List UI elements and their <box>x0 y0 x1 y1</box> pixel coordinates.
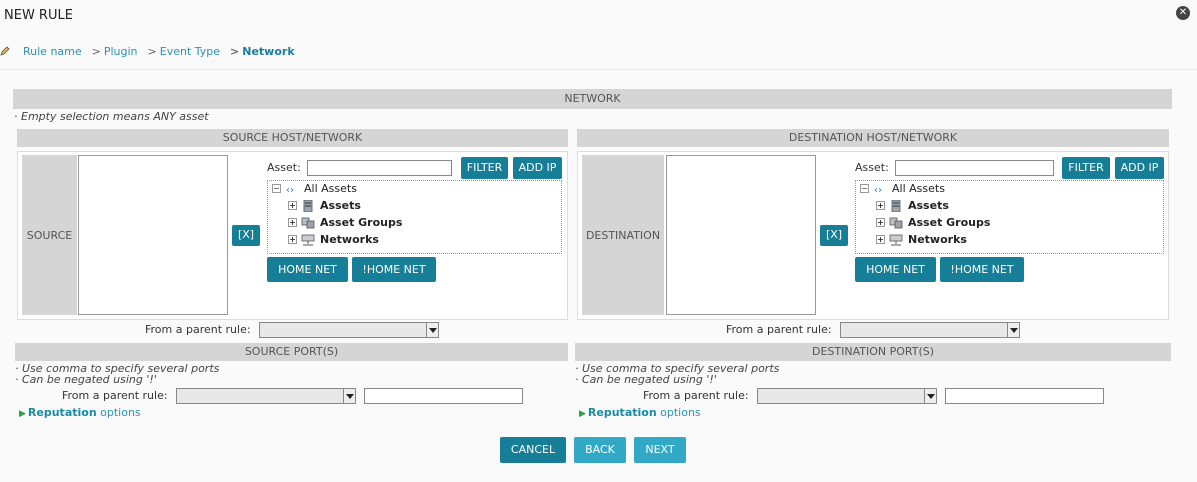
destination-parent-rule-select[interactable] <box>840 322 1020 338</box>
code-icon: ‹› <box>286 185 294 195</box>
triangle-right-icon: ▶ <box>19 409 26 419</box>
destination-parent-rule-label: From a parent rule: <box>726 323 832 336</box>
server-icon <box>891 199 901 212</box>
breadcrumb-item-event-type[interactable]: > Event Type <box>148 45 221 58</box>
chevron-down-icon <box>343 389 355 403</box>
destination-selected-list[interactable] <box>666 155 816 315</box>
source-remove-button[interactable]: [X] <box>232 225 260 246</box>
destination-remove-button[interactable]: [X] <box>820 225 848 246</box>
source-filter-button[interactable]: FILTER <box>461 157 508 179</box>
source-port-parent-rule-select[interactable] <box>176 388 356 404</box>
svg-text:‹›: ‹› <box>286 185 294 195</box>
minus-expander-icon[interactable]: − <box>272 184 281 193</box>
source-port-parent-rule-label: From a parent rule: <box>62 389 168 402</box>
triangle-right-icon: ▶ <box>579 409 586 419</box>
plus-expander-icon[interactable]: + <box>876 201 885 210</box>
destination-tree-asset-groups[interactable]: + Asset Groups <box>876 216 990 229</box>
network-icon <box>889 234 903 245</box>
close-icon[interactable]: ✕ <box>1176 6 1190 20</box>
svg-text:‹›: ‹› <box>874 185 882 195</box>
next-button[interactable]: NEXT <box>634 437 686 463</box>
plus-expander-icon[interactable]: + <box>288 235 297 244</box>
destination-add-ip-button[interactable]: ADD IP <box>1115 157 1164 179</box>
server-icon <box>303 199 313 212</box>
source-add-ip-button[interactable]: ADD IP <box>513 157 562 179</box>
dialog-title: NEW RULE <box>4 8 73 23</box>
source-port-input[interactable] <box>364 388 523 404</box>
plus-expander-icon[interactable]: + <box>288 218 297 227</box>
source-reputation-toggle[interactable]: ▶ Reputation options <box>19 406 141 419</box>
plus-expander-icon[interactable]: + <box>876 218 885 227</box>
source-parent-rule-select[interactable] <box>259 322 439 338</box>
chevron-down-icon <box>426 323 438 337</box>
destination-port-heading: DESTINATION PORT(S) <box>575 343 1171 361</box>
destination-side-label: DESTINATION <box>582 155 664 315</box>
group-icon <box>301 217 315 228</box>
breadcrumb-item-network: > Network <box>230 44 295 58</box>
cancel-button[interactable]: CANCEL <box>500 437 566 463</box>
destination-port-input[interactable] <box>945 388 1104 404</box>
destination-filter-button[interactable]: FILTER <box>1062 157 1110 179</box>
plus-expander-icon[interactable]: + <box>876 235 885 244</box>
pencil-icon <box>0 46 10 56</box>
plus-expander-icon[interactable]: + <box>288 201 297 210</box>
source-parent-rule-label: From a parent rule: <box>145 323 251 336</box>
minus-expander-icon[interactable]: − <box>860 184 869 193</box>
back-button[interactable]: BACK <box>574 437 626 463</box>
destination-tree-root[interactable]: − ‹› All Assets <box>860 182 945 195</box>
breadcrumb-item-plugin[interactable]: > Plugin <box>92 45 138 58</box>
source-port-note-negate: · Can be negated using '!' <box>15 373 157 386</box>
source-asset-label: Asset: <box>267 161 301 174</box>
code-icon: ‹› <box>874 185 882 195</box>
network-icon <box>301 234 315 245</box>
source-tree-root[interactable]: − ‹› All Assets <box>272 182 357 195</box>
source-tree-networks[interactable]: + Networks <box>288 233 379 246</box>
source-asset-input[interactable] <box>307 160 452 176</box>
destination-tree-assets[interactable]: + Assets <box>876 199 949 212</box>
source-tree-asset-groups[interactable]: + Asset Groups <box>288 216 402 229</box>
breadcrumb: Rule name > Plugin > Event Type > Network <box>0 43 305 59</box>
source-selected-list[interactable] <box>78 155 228 315</box>
destination-home-net-button[interactable]: HOME NET <box>855 257 936 282</box>
destination-host-heading: DESTINATION HOST/NETWORK <box>577 129 1169 147</box>
source-not-home-net-button[interactable]: !HOME NET <box>352 257 436 282</box>
group-icon <box>889 217 903 228</box>
source-side-label: SOURCE <box>22 155 77 315</box>
breadcrumb-item-rule-name[interactable]: Rule name <box>20 45 82 58</box>
chevron-down-icon <box>924 389 936 403</box>
network-heading: NETWORK <box>13 89 1172 109</box>
source-home-net-button[interactable]: HOME NET <box>267 257 348 282</box>
source-tree-assets[interactable]: + Assets <box>288 199 361 212</box>
destination-port-note-negate: · Can be negated using '!' <box>575 373 717 386</box>
destination-not-home-net-button[interactable]: !HOME NET <box>940 257 1024 282</box>
source-port-heading: SOURCE PORT(S) <box>15 343 568 361</box>
destination-port-parent-rule-label: From a parent rule: <box>643 389 749 402</box>
destination-port-parent-rule-select[interactable] <box>757 388 937 404</box>
destination-tree-networks[interactable]: + Networks <box>876 233 967 246</box>
destination-asset-input[interactable] <box>895 160 1054 176</box>
destination-asset-label: Asset: <box>855 161 889 174</box>
source-host-heading: SOURCE HOST/NETWORK <box>17 129 568 147</box>
network-note: · Empty selection means ANY asset <box>14 110 209 123</box>
chevron-down-icon <box>1007 323 1019 337</box>
divider <box>0 69 1197 70</box>
destination-reputation-toggle[interactable]: ▶ Reputation options <box>579 406 701 419</box>
